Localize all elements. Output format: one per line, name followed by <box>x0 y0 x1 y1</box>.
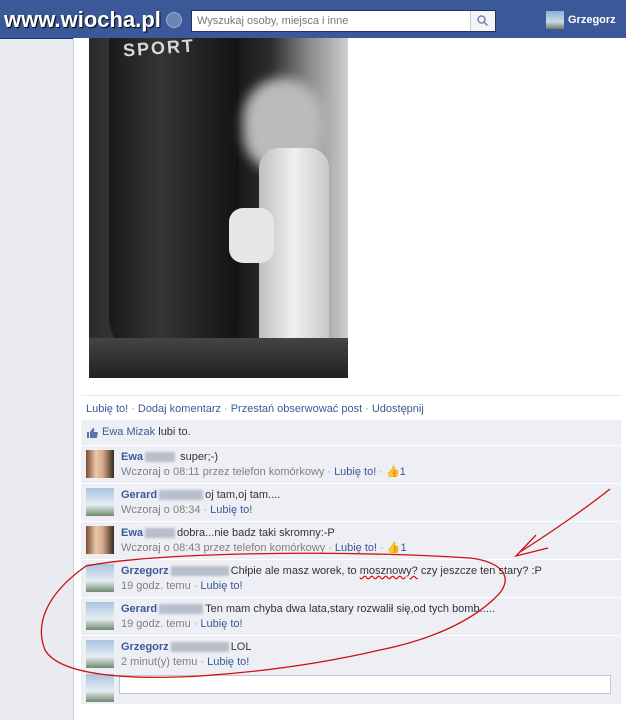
liker-name[interactable]: Ewa Mizak <box>102 426 155 438</box>
comment-text-after: czy jeszcze ten stary? :P <box>417 565 542 577</box>
comment-time: Wczoraj o 08:34 <box>121 504 201 516</box>
comment-avatar[interactable] <box>86 564 114 592</box>
comment-author[interactable]: Gerard <box>121 603 157 615</box>
punching-bag <box>109 38 239 358</box>
comment-avatar[interactable] <box>86 488 114 516</box>
comment-author[interactable]: Grzegorz <box>121 565 169 577</box>
comment: Ewa dobra...nie badz taki skromny:-P Wczo… <box>81 522 621 560</box>
comment-author[interactable]: Gerard <box>121 489 157 501</box>
comment-link[interactable]: Dodaj komentarz <box>138 403 221 415</box>
search-placeholder: Wyszukaj osoby, miejsca i inne <box>197 15 349 27</box>
comment-text: dobra...nie badz taki skromny:-P <box>177 527 335 539</box>
comment-avatar[interactable] <box>86 526 114 554</box>
thumbs-up-icon: 👍 <box>386 542 401 554</box>
comment: Gerard Ten mam chyba dwa lata,stary rozwa… <box>81 598 621 636</box>
blurred-surname <box>170 642 229 653</box>
comment-time: Wczoraj o 08:43 przez telefon komórkowy <box>121 542 326 554</box>
comment: Grzegorz LOL 2 minut(y) temu · Lubię to! <box>81 636 621 674</box>
post-photo[interactable]: SPORT <box>89 38 348 378</box>
share-link[interactable]: Udostępnij <box>372 403 424 415</box>
comment-like-link[interactable]: Lubię to! <box>210 504 252 516</box>
comment: Grzegorz Chłpie ale masz worek, to moszno… <box>81 560 621 598</box>
comment-like-count[interactable]: 1 <box>400 466 406 478</box>
comment-text: super;-) <box>180 451 218 463</box>
search-box[interactable]: Wyszukaj osoby, miejsca i inne <box>191 10 496 32</box>
comment-text: oj tam,oj tam.... <box>205 489 281 501</box>
search-button[interactable] <box>470 11 495 31</box>
user-avatar <box>546 11 564 29</box>
comment-time: Wczoraj o 08:11 przez telefon komórkowy <box>121 466 325 478</box>
comment-author[interactable]: Grzegorz <box>121 641 169 653</box>
comment-author[interactable]: Ewa <box>121 451 143 463</box>
reply-row <box>81 672 621 704</box>
comment-like-link[interactable]: Lubię to! <box>334 466 376 478</box>
divider <box>81 395 621 396</box>
thumbs-up-icon: 👍 <box>385 466 400 478</box>
likes-suffix: lubi to. <box>158 426 191 438</box>
thumbs-up-icon <box>87 428 98 438</box>
comment-like-link[interactable]: Lubię to! <box>200 580 242 592</box>
comment-author[interactable]: Ewa <box>121 527 143 539</box>
user-name: Grzegorz <box>568 14 616 26</box>
blurred-surname <box>170 566 229 577</box>
notifications-globe-icon[interactable] <box>166 12 182 28</box>
comment-avatar[interactable] <box>86 450 114 478</box>
unfollow-link[interactable]: Przestań obserwować post <box>231 403 362 415</box>
blurred-surname <box>159 490 204 501</box>
top-bar: www.wiocha.pl Wyszukaj osoby, miejsca i … <box>0 0 626 39</box>
wrapped-hand <box>229 208 274 263</box>
likes-row: Ewa Mizak lubi to. <box>81 420 621 446</box>
comment-like-link[interactable]: Lubię to! <box>335 542 377 554</box>
comment-like-link[interactable]: Lubię to! <box>207 656 249 668</box>
comment-text: LOL <box>230 641 252 653</box>
comment-input[interactable] <box>119 675 611 694</box>
floor <box>89 338 348 378</box>
comment-text-underlined: mosznowy? <box>359 565 418 577</box>
separator: · <box>365 403 369 415</box>
separator: · <box>131 403 135 415</box>
comment-time: 19 godz. temu <box>121 580 191 592</box>
separator: · <box>224 403 228 415</box>
comment-text: Ten mam chyba dwa lata,stary rozwalił si… <box>205 603 495 615</box>
watermark-logo: www.wiocha.pl <box>4 7 161 32</box>
search-icon <box>477 15 488 26</box>
post-actions: Lubię to! · Dodaj komentarz · Przestań obser… <box>86 403 424 415</box>
profile-link[interactable]: Grzegorz <box>546 11 616 29</box>
blurred-surname <box>159 604 204 615</box>
reply-avatar <box>86 674 114 702</box>
comment-like-link[interactable]: Lubię to! <box>200 618 242 630</box>
comment-time: 19 godz. temu <box>121 618 191 630</box>
like-link[interactable]: Lubię to! <box>86 403 128 415</box>
comment-avatar[interactable] <box>86 602 114 630</box>
blurred-surname <box>145 452 176 463</box>
comment-time: 2 minut(y) temu <box>121 656 198 668</box>
comment-avatar[interactable] <box>86 640 114 668</box>
blurred-surname <box>145 528 176 539</box>
comment-like-count[interactable]: 1 <box>400 542 406 554</box>
comment: Gerard oj tam,oj tam.... Wczoraj o 08:34 ·… <box>81 484 621 522</box>
comment: Ewa super;-) Wczoraj o 08:11 przez telef… <box>81 446 621 484</box>
comment-text-before: Chłpie ale masz worek, to <box>230 565 360 577</box>
